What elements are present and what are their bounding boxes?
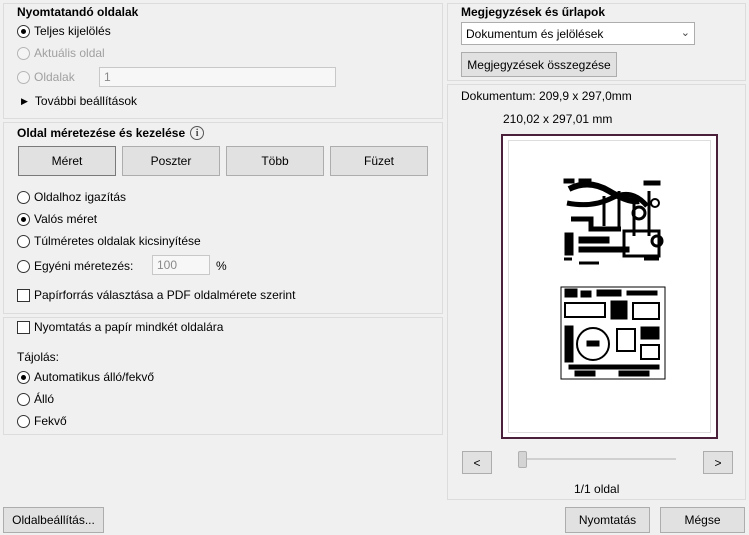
page-slider-track[interactable] bbox=[520, 458, 676, 460]
radio-button[interactable] bbox=[17, 70, 30, 84]
radio-button[interactable] bbox=[17, 212, 30, 226]
page-slider-thumb[interactable] bbox=[518, 451, 527, 468]
page-size-label: 210,02 x 297,01 mm bbox=[503, 112, 613, 126]
info-icon[interactable]: i bbox=[190, 126, 205, 140]
page-setup-button[interactable]: Oldalbeállítás... bbox=[3, 507, 104, 533]
radio-current-page[interactable]: Aktuális oldal bbox=[17, 46, 105, 60]
radio-button[interactable] bbox=[17, 259, 30, 273]
radio-button[interactable] bbox=[17, 414, 30, 428]
percent-label: % bbox=[216, 259, 227, 273]
radio-button[interactable] bbox=[17, 392, 30, 406]
radio-button[interactable] bbox=[17, 234, 30, 248]
radio-button[interactable] bbox=[17, 370, 30, 384]
tab-booklet[interactable]: Füzet bbox=[330, 146, 428, 176]
print-button[interactable]: Nyomtatás bbox=[565, 507, 650, 533]
radio-button[interactable] bbox=[17, 46, 30, 60]
radio-button[interactable] bbox=[17, 24, 30, 38]
radio-orientation-landscape[interactable]: Fekvő bbox=[17, 414, 67, 428]
tab-poster[interactable]: Poszter bbox=[122, 146, 220, 176]
orientation-title: Tájolás: bbox=[17, 350, 60, 364]
radio-actual-size[interactable]: Valós méret bbox=[17, 212, 97, 226]
radio-page-range[interactable]: Oldalak bbox=[17, 70, 75, 84]
comments-dropdown-value: Dokumentum és jelölések bbox=[466, 26, 604, 41]
checkbox-label: Nyomtatás a papír mindkét oldalára bbox=[34, 320, 224, 334]
radio-label: Túlméretes oldalak kicsinyítése bbox=[34, 234, 201, 248]
chevron-down-icon: ⌄ bbox=[680, 27, 690, 39]
radio-label: Valós méret bbox=[34, 212, 98, 226]
tab-multiple[interactable]: Több bbox=[226, 146, 324, 176]
next-page-button[interactable]: > bbox=[703, 451, 733, 474]
radio-orientation-portrait[interactable]: Álló bbox=[17, 392, 54, 406]
radio-fit[interactable]: Oldalhoz igazítás bbox=[17, 190, 126, 204]
paper-source-checkbox[interactable]: Papírforrás választása a PDF oldalmérete… bbox=[17, 288, 295, 302]
page-preview-paper bbox=[508, 140, 711, 433]
comments-section-title: Megjegyzések és űrlapok bbox=[461, 5, 606, 19]
pcb-layout-image bbox=[560, 178, 666, 380]
radio-button[interactable] bbox=[17, 190, 30, 204]
tab-size[interactable]: Méret bbox=[18, 146, 116, 176]
radio-orientation-auto[interactable]: Automatikus álló/fekvő bbox=[17, 370, 154, 384]
radio-label: Oldalhoz igazítás bbox=[34, 190, 127, 204]
checkbox-label: Papírforrás választása a PDF oldalmérete… bbox=[34, 288, 296, 302]
comments-summary-button[interactable]: Megjegyzések összegzése bbox=[461, 52, 617, 77]
comments-dropdown[interactable]: Dokumentum és jelölések ⌄ bbox=[461, 22, 695, 45]
page-counter: 1/1 oldal bbox=[574, 482, 620, 496]
page-range-input[interactable]: 1 bbox=[99, 67, 336, 87]
duplex-checkbox[interactable]: Nyomtatás a papír mindkét oldalára bbox=[17, 320, 223, 334]
custom-scale-input[interactable]: 100 bbox=[152, 255, 210, 275]
radio-custom-scale[interactable]: Egyéni méretezés: bbox=[17, 259, 133, 273]
more-options-toggle[interactable]: ▶ További beállítások bbox=[21, 94, 137, 108]
cancel-button[interactable]: Mégse bbox=[660, 507, 745, 533]
expand-arrow-icon: ▶ bbox=[21, 95, 28, 106]
radio-label: Fekvő bbox=[34, 414, 67, 428]
radio-label: Álló bbox=[34, 392, 55, 406]
more-options-label: További beállítások bbox=[34, 94, 137, 108]
pages-section-title: Nyomtatandó oldalak bbox=[17, 5, 139, 19]
checkbox[interactable] bbox=[17, 320, 30, 334]
radio-label: Aktuális oldal bbox=[34, 46, 105, 60]
radio-label: Egyéni méretezés: bbox=[34, 259, 134, 273]
page-preview bbox=[501, 134, 718, 439]
document-size-label: Dokumentum: 209,9 x 297,0mm bbox=[461, 89, 632, 103]
radio-label: Teljes kijelölés bbox=[34, 24, 111, 38]
previous-page-button[interactable]: < bbox=[462, 451, 492, 474]
radio-all-pages[interactable]: Teljes kijelölés bbox=[17, 24, 111, 38]
radio-label: Automatikus álló/fekvő bbox=[34, 370, 155, 384]
radio-shrink[interactable]: Túlméretes oldalak kicsinyítése bbox=[17, 234, 201, 248]
sizing-section-title: Oldal méretezése és kezelése i bbox=[17, 126, 205, 140]
radio-label: Oldalak bbox=[34, 70, 75, 84]
checkbox[interactable] bbox=[17, 288, 30, 302]
sizing-title-text: Oldal méretezése és kezelése bbox=[17, 126, 186, 140]
